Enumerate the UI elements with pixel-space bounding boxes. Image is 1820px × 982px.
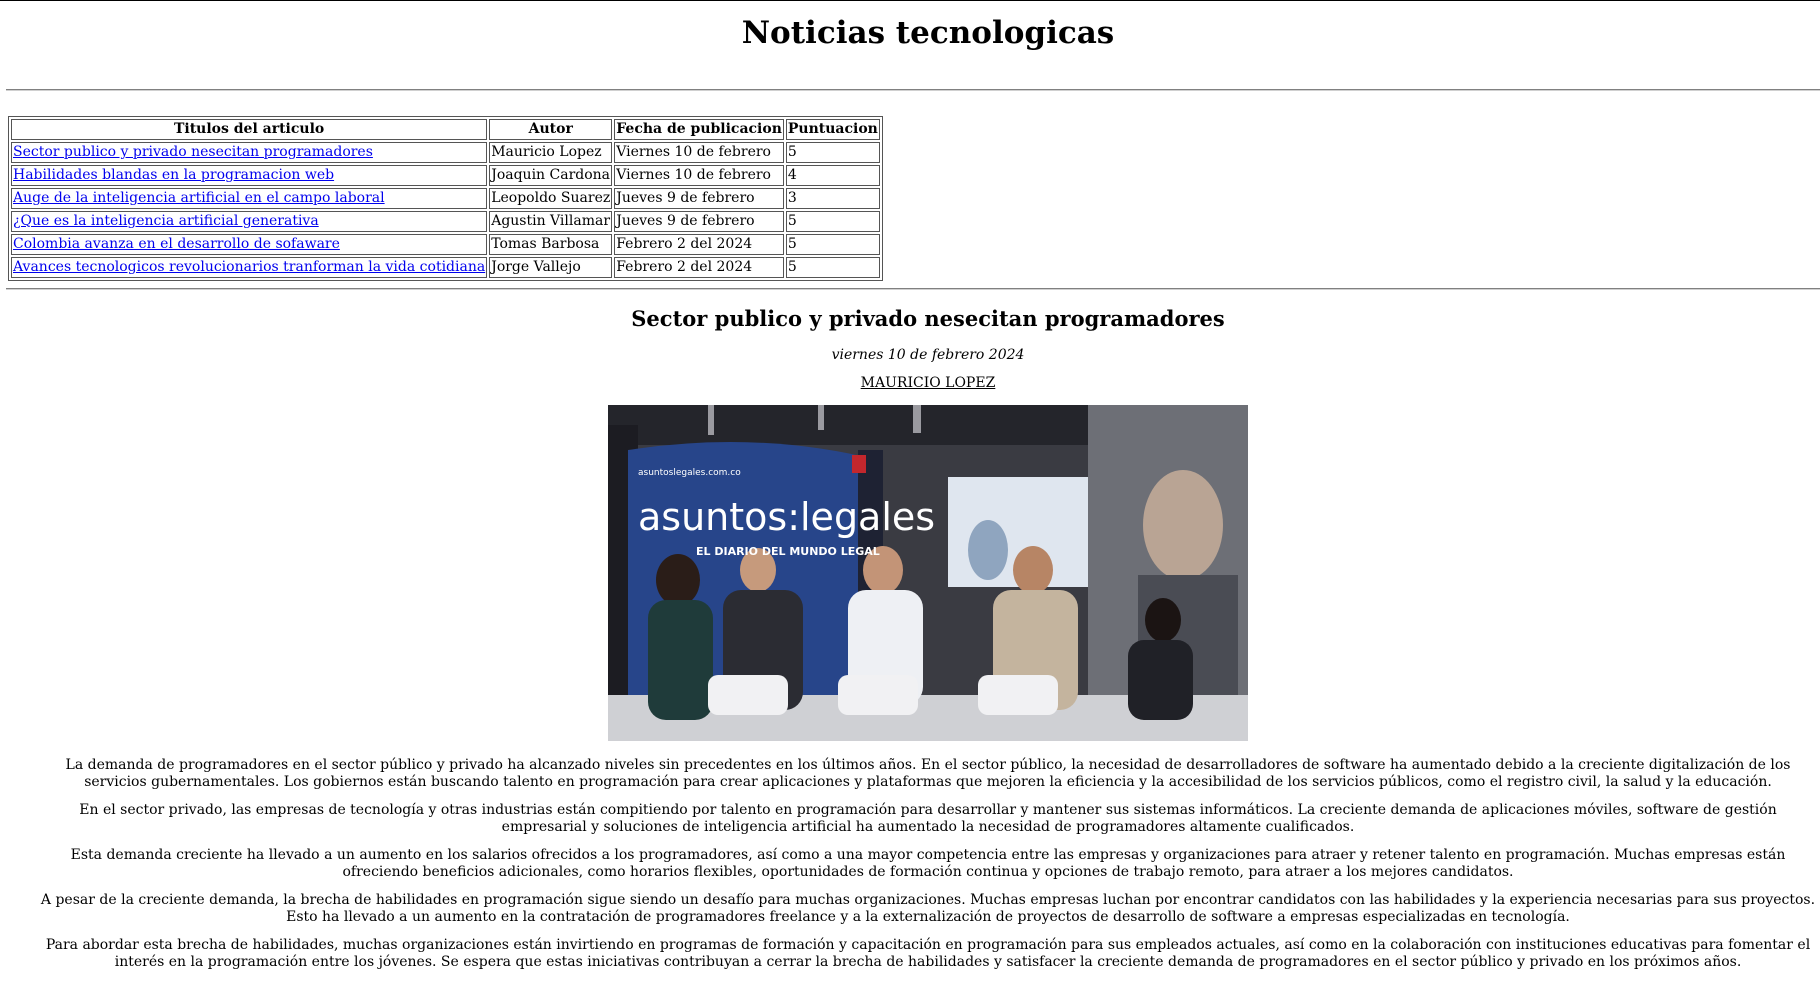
score-cell: 5 xyxy=(785,234,880,255)
score-cell: 5 xyxy=(785,211,880,232)
horizontal-rule xyxy=(6,288,1820,290)
table-row: Colombia avanza en el desarrollo de sofa… xyxy=(11,234,880,255)
header-title: Titulos del articulo xyxy=(11,119,488,140)
article-paragraph: A pesar de la creciente demanda, la brec… xyxy=(40,892,1816,925)
articles-table: Titulos del articulo Autor Fecha de publ… xyxy=(8,116,883,281)
title-cell: Avances tecnologicos revolucionarios tra… xyxy=(11,257,488,278)
date-cell: Viernes 10 de febrero xyxy=(614,165,784,186)
article-link[interactable]: Sector publico y privado nesecitan progr… xyxy=(13,144,373,160)
table-row: Habilidades blandas en la programacion w… xyxy=(11,165,880,186)
header-author: Autor xyxy=(489,119,613,140)
title-cell: Colombia avanza en el desarrollo de sofa… xyxy=(11,234,488,255)
photo-brand-text: asuntos:legales xyxy=(638,495,935,539)
score-cell: 5 xyxy=(785,257,880,278)
article-link[interactable]: ¿Que es la inteligencia artificial gener… xyxy=(13,213,319,229)
header-score: Puntuacion xyxy=(785,119,880,140)
author-cell: Leopoldo Suarez xyxy=(489,188,613,209)
article-title: Sector publico y privado nesecitan progr… xyxy=(631,306,1225,331)
article-link[interactable]: Colombia avanza en el desarrollo de sofa… xyxy=(13,236,340,252)
score-cell: 3 xyxy=(785,188,880,209)
horizontal-rule xyxy=(6,89,1820,91)
score-cell: 5 xyxy=(785,142,880,163)
table-row: Avances tecnologicos revolucionarios tra… xyxy=(11,257,880,278)
article-link[interactable]: Auge de la inteligencia artificial en el… xyxy=(13,190,385,206)
author-cell: Mauricio Lopez xyxy=(489,142,613,163)
article-body: La demanda de programadores en el sector… xyxy=(40,757,1816,982)
header-date: Fecha de publicacion xyxy=(614,119,784,140)
article-paragraph: Esta demanda creciente ha llevado a un a… xyxy=(70,847,1786,880)
title-cell: Auge de la inteligencia artificial en el… xyxy=(11,188,488,209)
photo-site-text: asuntoslegales.com.co xyxy=(638,468,741,478)
table-row: ¿Que es la inteligencia artificial gener… xyxy=(11,211,880,232)
article-paragraph: Para abordar esta brecha de habilidades,… xyxy=(45,937,1811,970)
article-author: MAURICIO LOPEZ xyxy=(860,375,996,391)
title-cell: ¿Que es la inteligencia artificial gener… xyxy=(11,211,488,232)
table-row: Sector publico y privado nesecitan progr… xyxy=(11,142,880,163)
author-cell: Jorge Vallejo xyxy=(489,257,613,278)
article-paragraph: En el sector privado, las empresas de te… xyxy=(79,802,1777,835)
panel-photo-illustration: asuntoslegales.com.co asuntos:legales EL… xyxy=(608,405,1248,741)
article-photo: asuntoslegales.com.co asuntos:legales EL… xyxy=(608,405,1248,741)
table-row: Auge de la inteligencia artificial en el… xyxy=(11,188,880,209)
photo-tagline-text: EL DIARIO DEL MUNDO LEGAL xyxy=(696,545,880,558)
date-cell: Febrero 2 del 2024 xyxy=(614,257,784,278)
date-cell: Jueves 9 de febrero xyxy=(614,188,784,209)
title-cell: Sector publico y privado nesecitan progr… xyxy=(11,142,488,163)
author-cell: Agustin Villamar xyxy=(489,211,613,232)
article-paragraph: La demanda de programadores en el sector… xyxy=(65,757,1791,790)
page-title: Noticias tecnologicas xyxy=(741,15,1115,51)
article-link[interactable]: Avances tecnologicos revolucionarios tra… xyxy=(13,259,485,275)
date-cell: Febrero 2 del 2024 xyxy=(614,234,784,255)
top-border xyxy=(0,0,1820,1)
table-header-row: Titulos del articulo Autor Fecha de publ… xyxy=(11,119,880,140)
author-cell: Joaquin Cardona xyxy=(489,165,613,186)
date-cell: Jueves 9 de febrero xyxy=(614,211,784,232)
author-cell: Tomas Barbosa xyxy=(489,234,613,255)
date-cell: Viernes 10 de febrero xyxy=(614,142,784,163)
article-date: viernes 10 de febrero 2024 xyxy=(831,347,1025,363)
score-cell: 4 xyxy=(785,165,880,186)
title-cell: Habilidades blandas en la programacion w… xyxy=(11,165,488,186)
article-link[interactable]: Habilidades blandas en la programacion w… xyxy=(13,167,334,183)
